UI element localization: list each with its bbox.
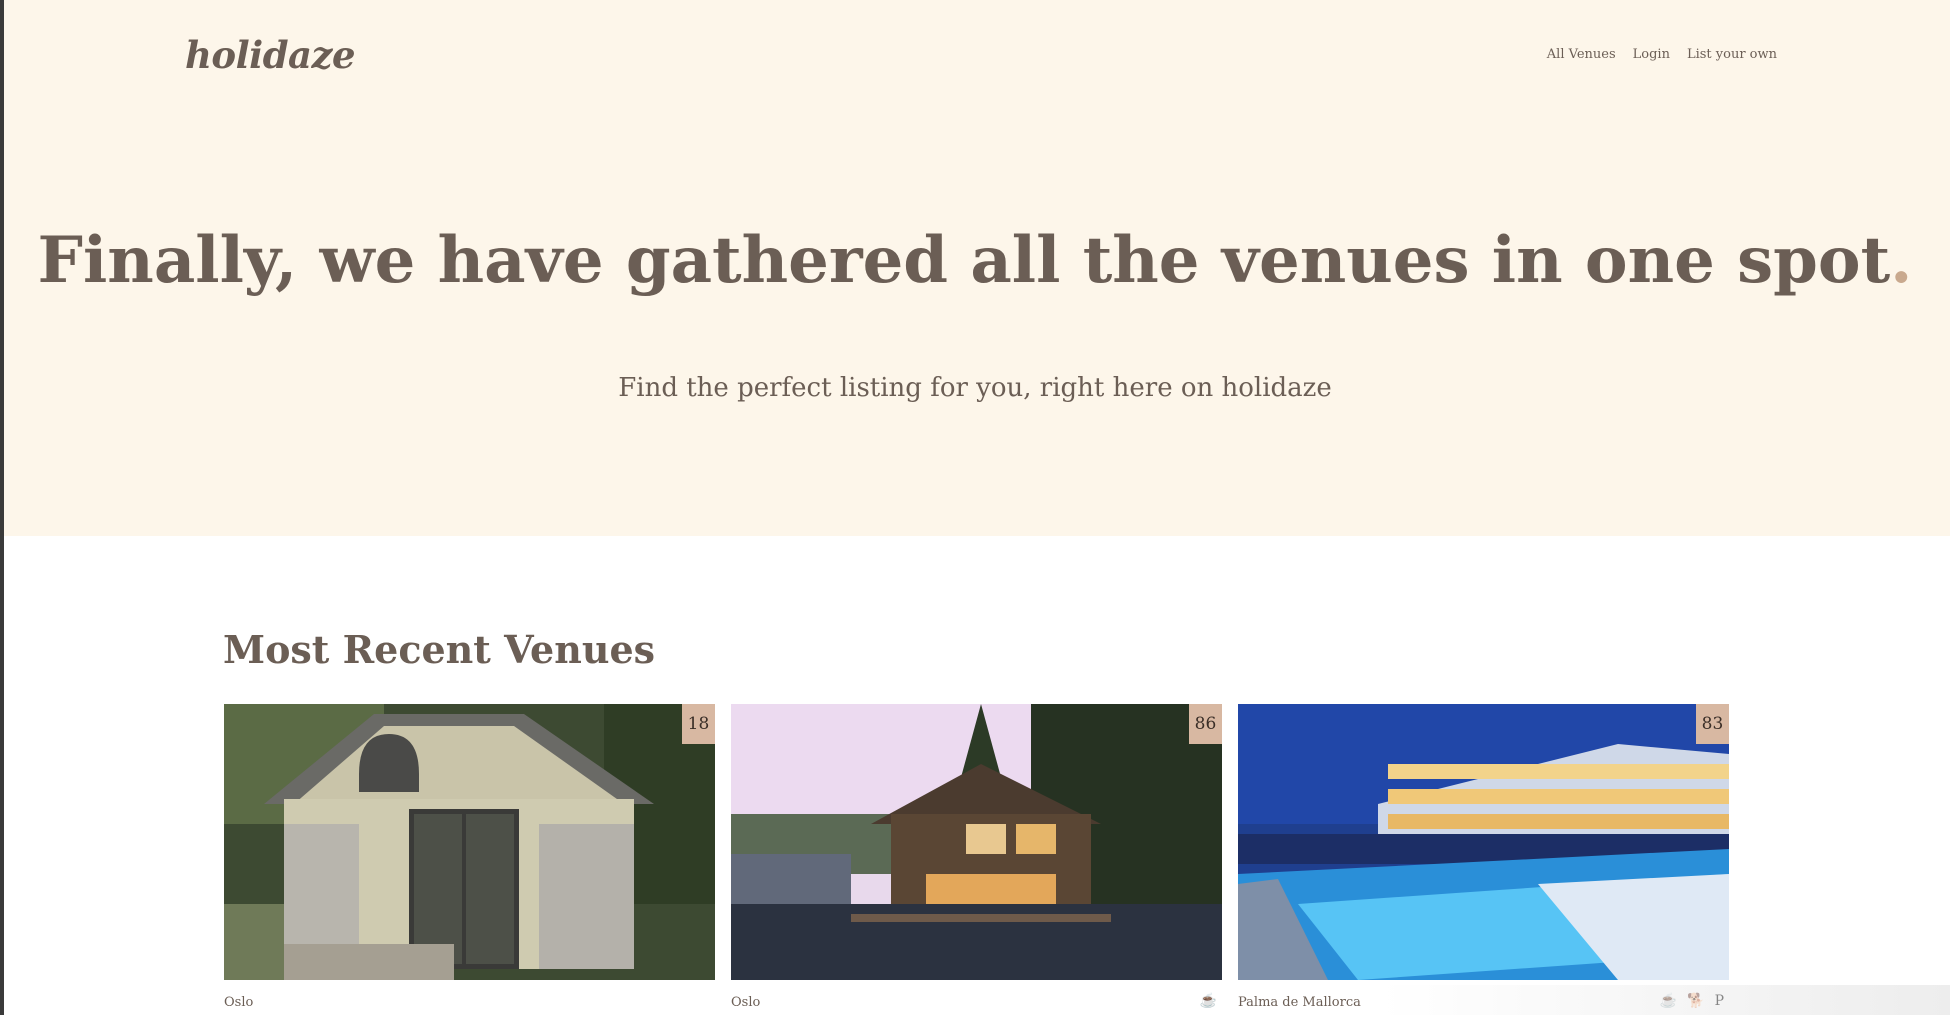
- hero-headline: Finally, we have gathered all the venues…: [0, 229, 1950, 293]
- nav-list-your-own[interactable]: List your own: [1687, 47, 1777, 62]
- venue-meta: Oslo ☕: [731, 993, 1222, 1015]
- nav-login[interactable]: Login: [1633, 47, 1670, 62]
- bottom-right-shadow: [1380, 985, 1950, 1015]
- hero-headline-dot: .: [1890, 223, 1913, 298]
- hero-subline: Find the perfect listing for you, right …: [618, 373, 1332, 403]
- venue-location: Oslo: [731, 995, 761, 1010]
- hero-headline-text: Finally, we have gathered all the venues…: [37, 223, 1891, 298]
- venue-image[interactable]: 86: [731, 704, 1222, 980]
- venue-meta: Oslo: [224, 993, 715, 1015]
- nav-all-venues[interactable]: All Venues: [1547, 47, 1616, 62]
- venue-location: Palma de Mallorca: [1238, 995, 1361, 1010]
- rating-badge: 86: [1189, 704, 1222, 744]
- venue-image[interactable]: 18: [224, 704, 715, 980]
- rating-badge: 18: [682, 704, 715, 744]
- section-title-recent-venues: Most Recent Venues: [223, 627, 656, 672]
- amenity-icons: ☕: [1200, 993, 1217, 1009]
- window-edge: [0, 0, 4, 1015]
- breakfast-icon: ☕: [1199, 993, 1217, 1009]
- venue-location: Oslo: [224, 995, 254, 1010]
- site-logo[interactable]: holidaze: [185, 33, 356, 77]
- main-nav: All Venues Login List your own: [1547, 47, 1777, 62]
- rating-badge: 83: [1696, 704, 1729, 744]
- venue-image[interactable]: 83: [1238, 704, 1729, 980]
- venue-card[interactable]: 83 Palma de Mallorca ☕ 🐕 P: [1238, 704, 1729, 1015]
- venue-card[interactable]: 18 Oslo: [224, 704, 715, 1015]
- venue-card[interactable]: 86 Oslo ☕: [731, 704, 1222, 1015]
